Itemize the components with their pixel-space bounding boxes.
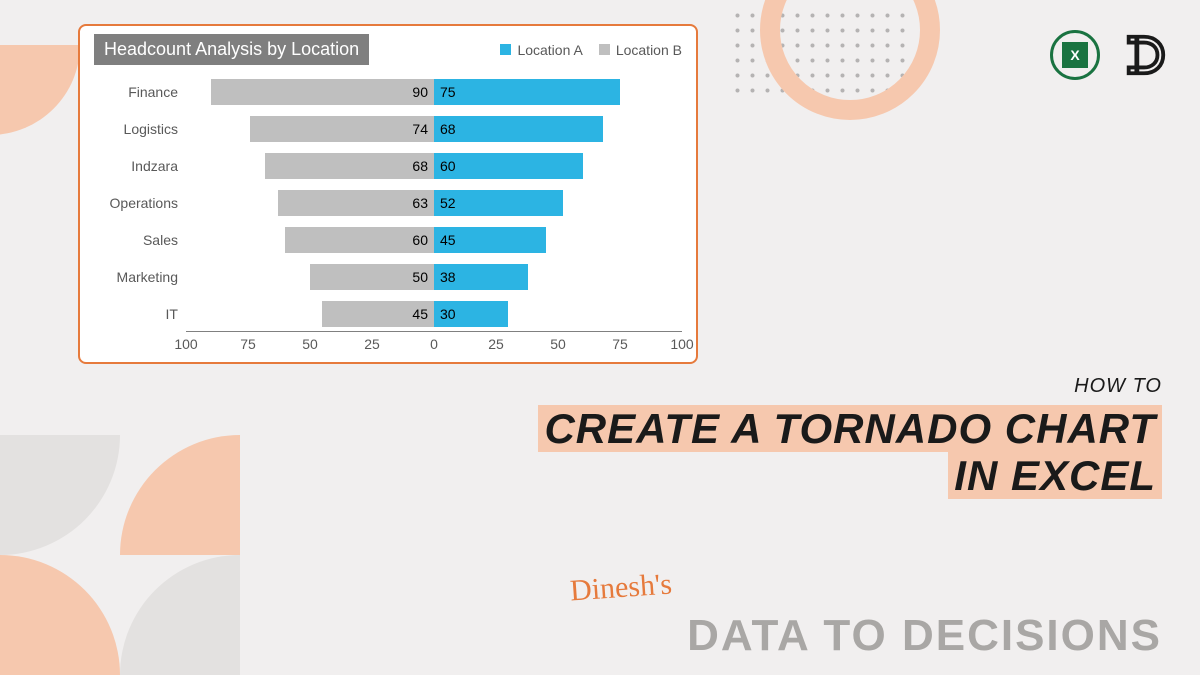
bar-location-b: 60 [285, 227, 434, 253]
bar-value-b: 50 [412, 269, 428, 285]
bar-location-b: 74 [250, 116, 434, 142]
bar-location-b: 63 [278, 190, 434, 216]
category-labels: FinanceLogisticsIndzaraOperationsSalesMa… [94, 73, 186, 332]
bar-value-a: 38 [440, 269, 456, 285]
excel-icon: X [1050, 30, 1100, 80]
bar-value-b: 45 [412, 306, 428, 322]
x-tick: 100 [670, 336, 693, 352]
bar-value-a: 68 [440, 121, 456, 137]
bar-value-a: 45 [440, 232, 456, 248]
bar-value-a: 75 [440, 84, 456, 100]
logo-group: X [1050, 30, 1170, 80]
chart-row: 63 52 [186, 184, 682, 221]
category-label: IT [94, 295, 186, 332]
bar-location-a: 38 [434, 264, 528, 290]
decorative-shape [120, 555, 240, 675]
tornado-chart: Headcount Analysis by Location Location … [78, 24, 698, 364]
chart-row: 45 30 [186, 295, 682, 332]
decorative-shape [0, 555, 120, 675]
legend-swatch-a [500, 44, 511, 55]
chart-title: Headcount Analysis by Location [94, 34, 369, 65]
chart-row: 50 38 [186, 258, 682, 295]
chart-plot: 90 75 74 68 68 60 63 52 60 45 50 38 45 30 [186, 73, 682, 332]
overline-text: HOW TO [1074, 375, 1162, 398]
bar-value-b: 68 [412, 158, 428, 174]
chart-row: 68 60 [186, 147, 682, 184]
chart-row: 74 68 [186, 110, 682, 147]
decorative-shape [120, 435, 240, 555]
legend-item-a: Location A [500, 42, 582, 58]
bar-value-a: 30 [440, 306, 456, 322]
x-tick: 50 [550, 336, 566, 352]
chart-legend: Location A Location B [500, 42, 682, 58]
x-tick: 0 [430, 336, 438, 352]
legend-label-a: Location A [517, 42, 582, 58]
category-label: Marketing [94, 258, 186, 295]
main-title: CREATE A TORNADO CHART IN EXCEL [538, 405, 1162, 499]
bar-location-b: 68 [265, 153, 434, 179]
bar-value-b: 60 [412, 232, 428, 248]
bar-location-a: 52 [434, 190, 563, 216]
category-label: Indzara [94, 147, 186, 184]
decorative-shape [0, 435, 120, 555]
bar-location-b: 45 [322, 301, 434, 327]
chart-header: Headcount Analysis by Location Location … [94, 34, 682, 65]
signature-text: Dinesh's [569, 567, 673, 608]
title-line-2: IN EXCEL [948, 452, 1162, 499]
bar-location-a: 68 [434, 116, 603, 142]
brand-dd-icon [1120, 30, 1170, 80]
x-tick: 100 [174, 336, 197, 352]
excel-glyph: X [1062, 42, 1088, 68]
bar-location-b: 50 [310, 264, 434, 290]
chart-row: 90 75 [186, 73, 682, 110]
x-tick: 75 [612, 336, 628, 352]
bar-location-a: 75 [434, 79, 620, 105]
category-label: Finance [94, 73, 186, 110]
chart-body: FinanceLogisticsIndzaraOperationsSalesMa… [94, 73, 682, 332]
x-tick: 75 [240, 336, 256, 352]
x-tick: 25 [488, 336, 504, 352]
footer-title: DATA TO DECISIONS [687, 611, 1162, 661]
chart-row: 60 45 [186, 221, 682, 258]
x-tick: 50 [302, 336, 318, 352]
legend-label-b: Location B [616, 42, 682, 58]
bar-location-a: 45 [434, 227, 546, 253]
decorative-ring [760, 0, 940, 120]
x-axis: 1007550250255075100 [186, 332, 682, 354]
category-label: Logistics [94, 110, 186, 147]
bar-value-a: 52 [440, 195, 456, 211]
category-label: Operations [94, 184, 186, 221]
bar-value-b: 90 [412, 84, 428, 100]
bar-value-a: 60 [440, 158, 456, 174]
category-label: Sales [94, 221, 186, 258]
bar-location-a: 30 [434, 301, 508, 327]
bar-value-b: 63 [412, 195, 428, 211]
decorative-shape [0, 45, 80, 135]
legend-item-b: Location B [599, 42, 682, 58]
bar-value-b: 74 [412, 121, 428, 137]
title-line-1: CREATE A TORNADO CHART [538, 405, 1162, 452]
bar-location-b: 90 [211, 79, 434, 105]
x-tick: 25 [364, 336, 380, 352]
legend-swatch-b [599, 44, 610, 55]
bar-location-a: 60 [434, 153, 583, 179]
